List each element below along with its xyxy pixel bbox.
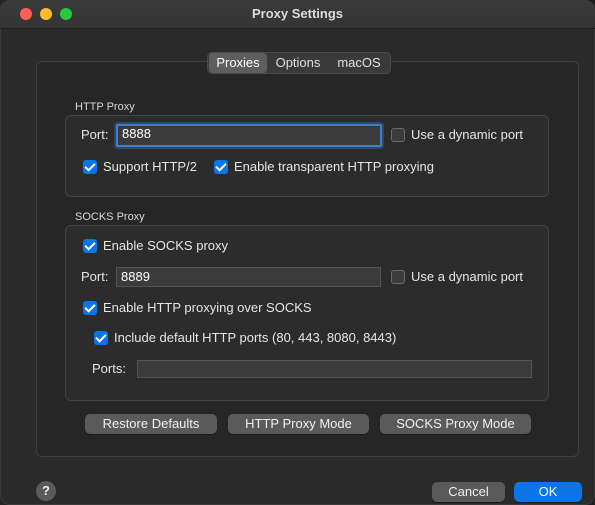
socks-proxy-mode-button[interactable]: SOCKS Proxy Mode [380,414,531,434]
tab-macos[interactable]: macOS [329,53,389,73]
http-dynamic-port-label: Use a dynamic port [411,127,523,142]
default-http-ports-checkbox[interactable] [94,331,108,345]
socks-port-input[interactable]: 8889 [116,267,381,287]
tab-proxies[interactable]: Proxies [209,53,267,73]
http-port-label: Port: [81,127,109,142]
http-proxy-mode-button[interactable]: HTTP Proxy Mode [228,414,369,434]
ok-button[interactable]: OK [514,482,582,502]
cancel-button[interactable]: Cancel [432,482,505,502]
window-title: Proxy Settings [251,6,344,21]
ports-label: Ports: [92,361,126,376]
socks-dynamic-port-checkbox[interactable] [391,270,405,284]
help-button[interactable]: ? [36,481,56,501]
tab-options[interactable]: Options [267,53,329,73]
proxy-settings-dialog: Proxy Settings Proxies Options macOS HTT… [0,0,595,505]
enable-socks-label: Enable SOCKS proxy [103,238,229,253]
socks-dynamic-port-label: Use a dynamic port [411,269,523,284]
http-dynamic-port-checkbox[interactable] [391,128,405,142]
transparent-proxying-checkbox[interactable] [214,160,228,174]
ports-input[interactable] [137,360,532,378]
http-port-input[interactable]: 8888 [116,124,382,147]
support-http2-checkbox[interactable] [83,160,97,174]
restore-defaults-button[interactable]: Restore Defaults [85,414,217,434]
socks-port-label: Port: [81,269,109,284]
transparent-proxying-label: Enable transparent HTTP proxying [234,159,434,174]
enable-socks-checkbox[interactable] [83,239,97,253]
http-proxy-group-label: HTTP Proxy [75,101,135,113]
tab-bar: Proxies Options macOS [207,52,391,74]
title-bar: Proxy Settings [0,0,595,29]
http-over-socks-label: Enable HTTP proxying over SOCKS [103,300,312,315]
socks-proxy-group-label: SOCKS Proxy [75,211,145,223]
http-over-socks-checkbox[interactable] [83,301,97,315]
default-http-ports-label: Include default HTTP ports (80, 443, 808… [114,330,397,345]
support-http2-label: Support HTTP/2 [103,159,197,174]
